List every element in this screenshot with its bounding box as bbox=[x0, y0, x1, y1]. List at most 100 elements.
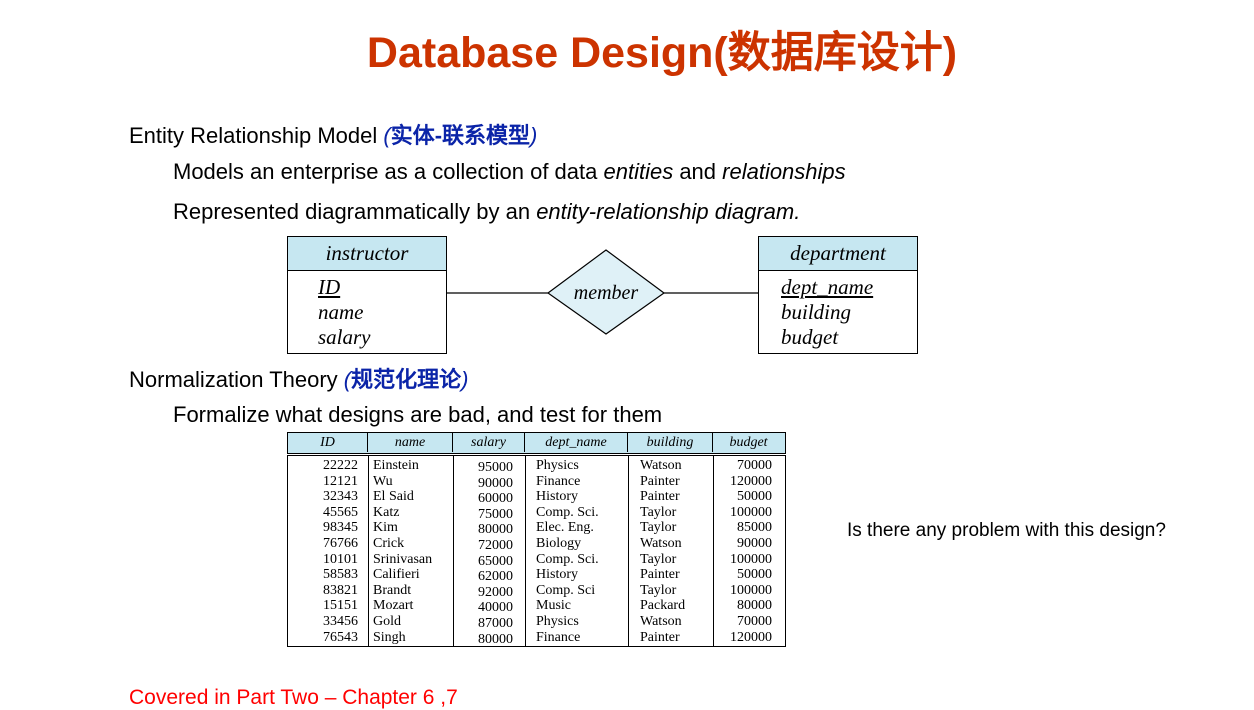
table-cell: Taylor bbox=[640, 582, 677, 598]
question-text: Is there any problem with this design? bbox=[847, 520, 1166, 541]
entity-department-attr: budget bbox=[781, 325, 839, 349]
table-cell: Comp. Sci bbox=[536, 582, 596, 598]
entity-instructor: instructor ID name salary bbox=[287, 236, 447, 354]
er-heading-text: Entity Relationship Model bbox=[129, 123, 384, 148]
table-cell: 100000 bbox=[730, 504, 772, 520]
table-cell: Crick bbox=[373, 535, 405, 551]
table-cell: 98345 bbox=[323, 520, 358, 536]
table-cell: Mozart bbox=[373, 598, 414, 614]
table-cell: Finance bbox=[536, 629, 581, 645]
er-bullet-2: Represented diagrammatically by an entit… bbox=[173, 199, 801, 224]
table-cell: Painter bbox=[640, 629, 680, 645]
table-cell: 76543 bbox=[323, 629, 358, 645]
table-cell: Einstein bbox=[373, 458, 419, 473]
entity-instructor-name: instructor bbox=[288, 237, 446, 271]
entity-department-name: department bbox=[759, 237, 917, 271]
table-cell: 95000 bbox=[478, 460, 513, 475]
table-cell: 65000 bbox=[478, 553, 513, 569]
table-cell: Srinivasan bbox=[373, 551, 433, 567]
table-cell: Biology bbox=[536, 535, 582, 551]
table-cell: 90000 bbox=[737, 535, 772, 551]
table-cell: 22222 bbox=[323, 458, 358, 473]
er-heading-cn: 实体-联系模型 bbox=[390, 123, 531, 148]
table-cell: 120000 bbox=[730, 629, 772, 645]
table-cell: 90000 bbox=[478, 475, 513, 491]
table-cell: 32343 bbox=[323, 489, 358, 505]
table-cell: 76766 bbox=[323, 535, 358, 551]
table-header-cell: dept_name bbox=[525, 433, 628, 452]
footer-note: Covered in Part Two – Chapter 6 ,7 bbox=[129, 686, 458, 709]
table-header: ID name salary dept_name building budget bbox=[287, 432, 786, 454]
table-cell: Taylor bbox=[640, 520, 677, 536]
table-cell: Watson bbox=[640, 613, 682, 629]
table-cell: 45565 bbox=[323, 504, 358, 520]
table-cell: 92000 bbox=[478, 584, 513, 600]
table-cell: 80000 bbox=[737, 598, 772, 614]
norm-bullet-1: Formalize what designs are bad, and test… bbox=[173, 402, 663, 427]
table-cell: 50000 bbox=[737, 489, 772, 505]
entity-instructor-key: ID bbox=[318, 275, 341, 299]
table-header-cell: ID bbox=[288, 433, 368, 452]
table-column-dept: Physics Finance History Comp. Sci. Elec. Eng… bbox=[536, 458, 599, 645]
table-cell: 60000 bbox=[478, 491, 513, 507]
table-cell: Music bbox=[536, 598, 571, 614]
table-cell: Elec. Eng. bbox=[536, 520, 594, 536]
table-cell: 85000 bbox=[737, 520, 772, 536]
table-cell: Califieri bbox=[373, 567, 420, 583]
table-cell: Painter bbox=[640, 473, 680, 489]
table-column-salary: 95000 90000 60000 75000 80000 72000 65000 62000… bbox=[478, 460, 513, 647]
table-cell: Gold bbox=[373, 613, 401, 629]
table-cell: Comp. Sci. bbox=[536, 551, 599, 567]
table-cell: History bbox=[536, 489, 578, 505]
table-cell: 80000 bbox=[478, 631, 513, 647]
table-cell: Watson bbox=[640, 535, 682, 551]
table-cell: History bbox=[536, 567, 578, 583]
table-cell: 50000 bbox=[737, 567, 772, 583]
table-cell: 70000 bbox=[737, 613, 772, 629]
table-cell: 62000 bbox=[478, 569, 513, 585]
table-cell: Kim bbox=[373, 520, 398, 536]
table-cell: Painter bbox=[640, 567, 680, 583]
table-cell: 87000 bbox=[478, 615, 513, 631]
table-header-cell: building bbox=[628, 433, 713, 452]
table-cell: Singh bbox=[373, 629, 406, 645]
table-cell: Physics bbox=[536, 613, 579, 629]
relationship-label: member bbox=[573, 282, 639, 304]
entity-department: department dept_name building budget bbox=[758, 236, 918, 354]
table-cell: Katz bbox=[373, 504, 400, 520]
table-cell: 58583 bbox=[323, 567, 358, 583]
slide-title: Database Design(数据库设计) bbox=[366, 29, 958, 77]
table-cell: 15151 bbox=[323, 598, 358, 614]
table-cell: Physics bbox=[536, 458, 579, 473]
table-cell: El Said bbox=[373, 489, 414, 505]
table-header-cell: budget bbox=[729, 435, 768, 450]
table-column-name: Einstein Wu El Said Katz Kim Crick Srinivasan C… bbox=[373, 458, 432, 645]
table-cell: 75000 bbox=[478, 506, 513, 522]
table-column-building: Watson Painter Painter Taylor Taylor Watson Ta… bbox=[640, 458, 685, 645]
table-cell: 33456 bbox=[323, 613, 358, 629]
table-cell: Painter bbox=[640, 489, 680, 505]
table-cell: 70000 bbox=[737, 458, 772, 473]
table-cell: 80000 bbox=[478, 522, 513, 538]
er-bullet-1: Models an enterprise as a collection of … bbox=[173, 159, 846, 184]
table-cell: Packard bbox=[640, 598, 686, 614]
entity-instructor-attr: name bbox=[318, 300, 364, 324]
table-cell: Taylor bbox=[640, 504, 677, 520]
norm-heading-cn: 规范化理论 bbox=[351, 367, 462, 392]
table-header-cell: salary bbox=[453, 433, 525, 452]
table-cell: 100000 bbox=[730, 551, 772, 567]
entity-instructor-attr: salary bbox=[318, 325, 371, 349]
table-cell: 120000 bbox=[730, 473, 772, 489]
table-cell: Brandt bbox=[373, 582, 412, 598]
norm-heading: Normalization Theory (规范化理论) bbox=[129, 367, 469, 392]
table-cell: 40000 bbox=[478, 600, 513, 616]
table-cell: Comp. Sci. bbox=[536, 504, 599, 520]
table-cell: 100000 bbox=[730, 582, 772, 598]
table-cell: 10101 bbox=[323, 551, 358, 567]
table-cell: Finance bbox=[536, 473, 581, 489]
table-cell: Watson bbox=[640, 458, 682, 473]
norm-heading-text: Normalization Theory bbox=[129, 367, 344, 392]
table-cell: Taylor bbox=[640, 551, 677, 567]
table-column-budget: 70000 120000 50000 100000 85000 90000 100000 50… bbox=[730, 458, 772, 645]
er-heading: Entity Relationship Model (实体-联系模型) bbox=[129, 123, 538, 148]
